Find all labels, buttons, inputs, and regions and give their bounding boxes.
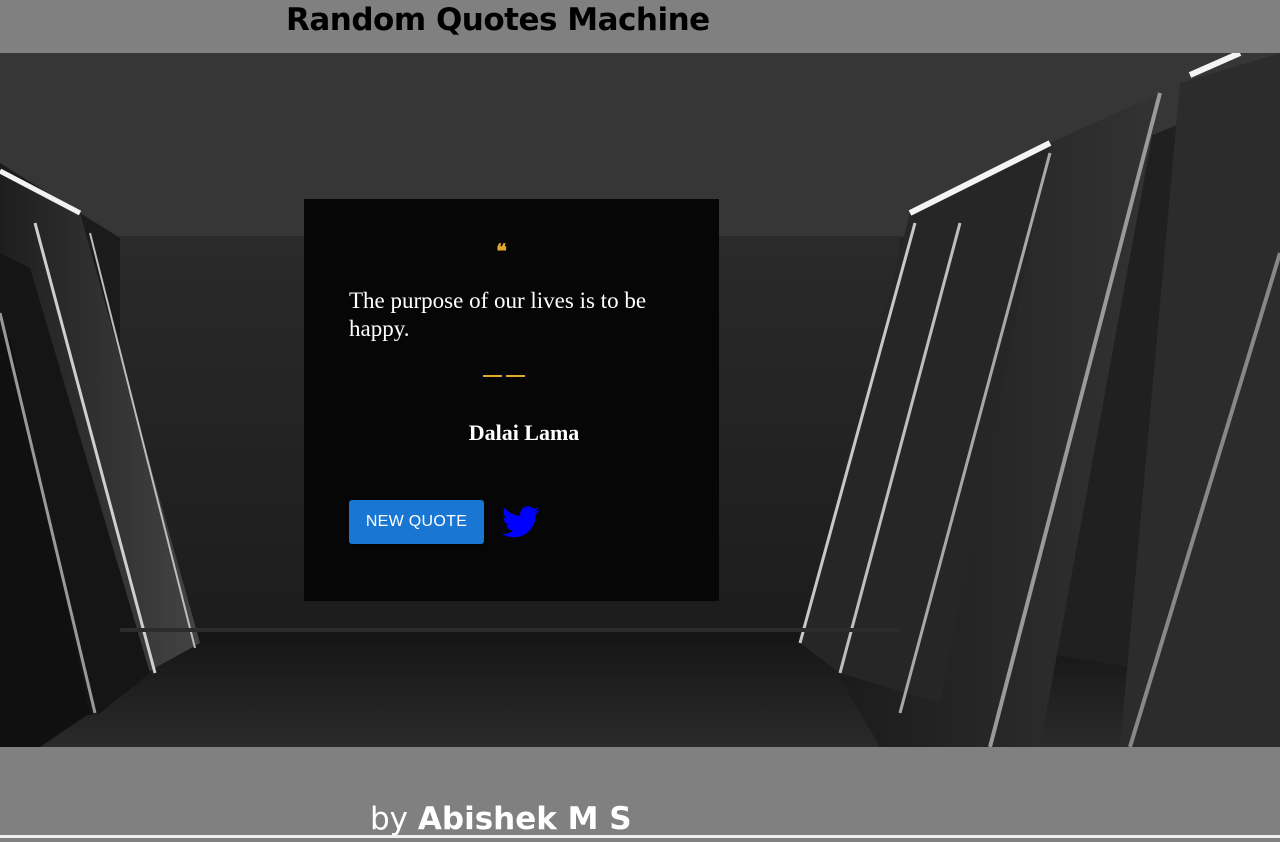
quote-author: Dalai Lama <box>468 420 580 445</box>
quote-text: The purpose of our lives is to be happy. <box>349 288 647 341</box>
twitter-bird-icon <box>501 506 540 538</box>
byline-prefix: by <box>370 801 418 837</box>
tweet-quote-link[interactable] <box>501 505 540 539</box>
author-divider <box>483 375 525 377</box>
page-title: Random Quotes Machine <box>286 2 710 38</box>
quote-mark-icon: ❝ <box>496 239 507 263</box>
header-bar: Random Quotes Machine <box>0 0 1280 53</box>
quote-box: ❝ The purpose of our lives is to be happ… <box>304 199 719 601</box>
new-quote-button[interactable]: NEW QUOTE <box>349 500 484 544</box>
author-name: Abishek M S <box>417 801 632 837</box>
